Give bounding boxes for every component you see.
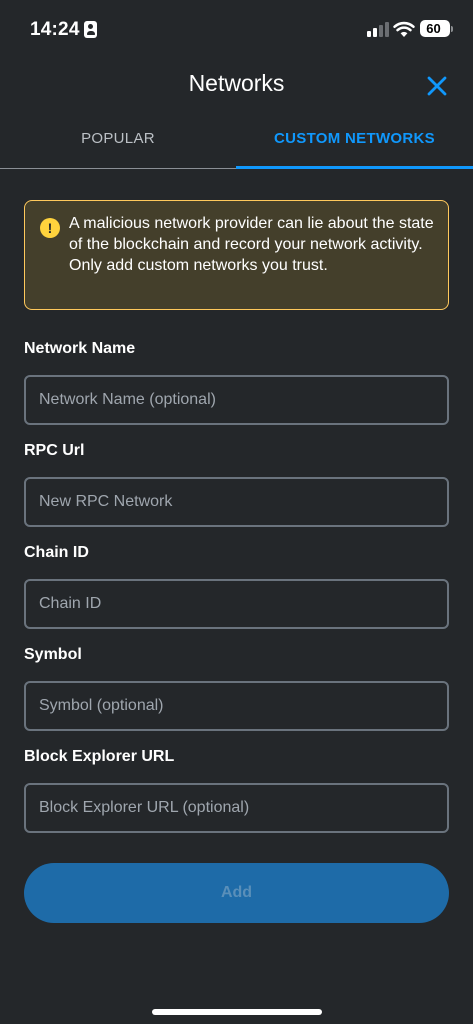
add-button[interactable]: Add [24, 863, 449, 923]
warning-banner: A malicious network provider can lie abo… [24, 200, 449, 310]
page-title: Networks [188, 70, 285, 96]
status-bar: 14:24 60 [0, 0, 473, 60]
tab-popular[interactable]: POPULAR [0, 118, 236, 170]
rpc-url-input[interactable] [24, 477, 449, 527]
battery-nub [451, 26, 453, 32]
battery-icon: 60 [420, 20, 450, 37]
rpc-url-label: RPC Url [24, 442, 85, 459]
close-icon[interactable] [424, 73, 450, 99]
block-explorer-url-input[interactable] [24, 783, 449, 833]
battery-level: 60 [426, 21, 441, 36]
active-tab-indicator [236, 166, 473, 169]
tab-custom-networks[interactable]: CUSTOM NETWORKS [236, 118, 473, 170]
symbol-input[interactable] [24, 681, 449, 731]
warning-text: A malicious network provider can lie abo… [69, 215, 434, 274]
cellular-signal-icon [367, 21, 389, 37]
network-name-label: Network Name [24, 340, 136, 357]
warning-icon [40, 218, 60, 238]
networks-screen: 14:24 60 Networks POPULAR CUSTOM NETWORK… [0, 0, 473, 1024]
chain-id-input[interactable] [24, 579, 449, 629]
tab-bar: POPULAR CUSTOM NETWORKS [0, 118, 473, 170]
symbol-label: Symbol [24, 646, 82, 663]
status-time: 14:24 [30, 19, 80, 40]
network-name-input[interactable] [24, 375, 449, 425]
person-badge-icon [84, 21, 97, 38]
chain-id-label: Chain ID [24, 544, 89, 561]
wifi-icon [393, 21, 415, 37]
home-indicator[interactable] [152, 1009, 322, 1015]
block-explorer-url-label: Block Explorer URL [24, 748, 175, 765]
